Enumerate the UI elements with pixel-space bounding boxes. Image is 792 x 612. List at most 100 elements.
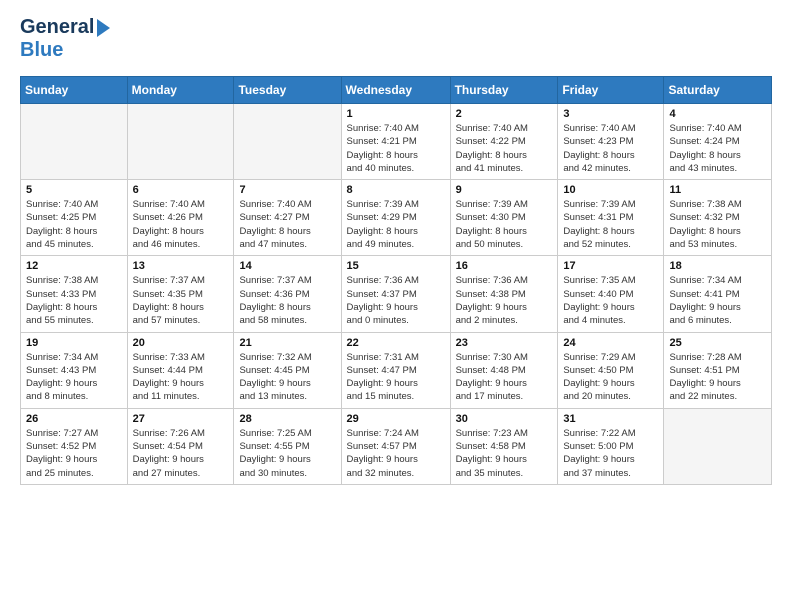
weekday-header: Monday [127, 77, 234, 104]
calendar-day-cell [234, 104, 341, 180]
calendar-day-cell: 27 Sunrise: 7:26 AM Sunset: 4:54 PM Dayli… [127, 408, 234, 484]
day-info: Sunrise: 7:22 AM Sunset: 5:00 PM Dayligh… [563, 427, 658, 480]
calendar-day-cell: 21 Sunrise: 7:32 AM Sunset: 4:45 PM Dayli… [234, 332, 341, 408]
day-number: 29 [347, 413, 445, 425]
weekday-header: Friday [558, 77, 664, 104]
calendar-day-cell [664, 408, 772, 484]
calendar-day-cell: 23 Sunrise: 7:30 AM Sunset: 4:48 PM Dayli… [450, 332, 558, 408]
day-number: 21 [239, 337, 335, 349]
calendar-day-cell: 26Sunrise: 7:27 AM Sunset: 4:52 PM Dayli… [21, 408, 128, 484]
day-number: 28 [239, 413, 335, 425]
day-info: Sunrise: 7:37 AM Sunset: 4:35 PM Dayligh… [133, 274, 229, 327]
day-number: 15 [347, 260, 445, 272]
calendar-week-row: 1 Sunrise: 7:40 AM Sunset: 4:21 PM Daylig… [21, 104, 772, 180]
day-info: Sunrise: 7:40 AM Sunset: 4:21 PM Dayligh… [347, 122, 445, 175]
day-number: 8 [347, 184, 445, 196]
day-number: 7 [239, 184, 335, 196]
day-number: 3 [563, 108, 658, 120]
calendar-day-cell: 7Sunrise: 7:40 AM Sunset: 4:27 PM Daylig… [234, 180, 341, 256]
day-info: Sunrise: 7:29 AM Sunset: 4:50 PM Dayligh… [563, 351, 658, 404]
calendar-day-cell: 15Sunrise: 7:36 AM Sunset: 4:37 PM Dayli… [341, 256, 450, 332]
logo-text-blue: Blue [20, 39, 63, 62]
day-number: 9 [456, 184, 553, 196]
calendar-day-cell: 3 Sunrise: 7:40 AM Sunset: 4:23 PM Daylig… [558, 104, 664, 180]
day-number: 23 [456, 337, 553, 349]
day-info: Sunrise: 7:40 AM Sunset: 4:25 PM Dayligh… [26, 198, 122, 251]
weekday-header: Thursday [450, 77, 558, 104]
calendar-header-row: SundayMondayTuesdayWednesdayThursdayFrid… [21, 77, 772, 104]
day-number: 20 [133, 337, 229, 349]
day-number: 5 [26, 184, 122, 196]
day-number: 11 [669, 184, 766, 196]
day-number: 16 [456, 260, 553, 272]
calendar-day-cell: 9 Sunrise: 7:39 AM Sunset: 4:30 PM Daylig… [450, 180, 558, 256]
calendar-week-row: 26Sunrise: 7:27 AM Sunset: 4:52 PM Dayli… [21, 408, 772, 484]
calendar-day-cell [127, 104, 234, 180]
weekday-header: Saturday [664, 77, 772, 104]
calendar-week-row: 12 Sunrise: 7:38 AM Sunset: 4:33 PM Dayli… [21, 256, 772, 332]
calendar-day-cell: 14Sunrise: 7:37 AM Sunset: 4:36 PM Dayli… [234, 256, 341, 332]
calendar-day-cell: 10 Sunrise: 7:39 AM Sunset: 4:31 PM Dayli… [558, 180, 664, 256]
day-info: Sunrise: 7:34 AM Sunset: 4:43 PM Dayligh… [26, 351, 122, 404]
calendar-day-cell: 6 Sunrise: 7:40 AM Sunset: 4:26 PM Daylig… [127, 180, 234, 256]
calendar-week-row: 19 Sunrise: 7:34 AM Sunset: 4:43 PM Dayli… [21, 332, 772, 408]
day-info: Sunrise: 7:24 AM Sunset: 4:57 PM Dayligh… [347, 427, 445, 480]
calendar-day-cell: 31Sunrise: 7:22 AM Sunset: 5:00 PM Dayli… [558, 408, 664, 484]
calendar-table: SundayMondayTuesdayWednesdayThursdayFrid… [20, 76, 772, 485]
day-number: 10 [563, 184, 658, 196]
calendar-day-cell: 11 Sunrise: 7:38 AM Sunset: 4:32 PM Dayli… [664, 180, 772, 256]
day-info: Sunrise: 7:33 AM Sunset: 4:44 PM Dayligh… [133, 351, 229, 404]
day-info: Sunrise: 7:37 AM Sunset: 4:36 PM Dayligh… [239, 274, 335, 327]
calendar-week-row: 5 Sunrise: 7:40 AM Sunset: 4:25 PM Daylig… [21, 180, 772, 256]
logo: General Blue [20, 16, 110, 62]
day-info: Sunrise: 7:35 AM Sunset: 4:40 PM Dayligh… [563, 274, 658, 327]
day-number: 18 [669, 260, 766, 272]
day-info: Sunrise: 7:40 AM Sunset: 4:23 PM Dayligh… [563, 122, 658, 175]
day-info: Sunrise: 7:34 AM Sunset: 4:41 PM Dayligh… [669, 274, 766, 327]
day-number: 12 [26, 260, 122, 272]
day-number: 25 [669, 337, 766, 349]
page-header: General Blue [20, 16, 772, 62]
calendar-day-cell: 17Sunrise: 7:35 AM Sunset: 4:40 PM Dayli… [558, 256, 664, 332]
calendar-day-cell: 28 Sunrise: 7:25 AM Sunset: 4:55 PM Dayli… [234, 408, 341, 484]
day-info: Sunrise: 7:39 AM Sunset: 4:29 PM Dayligh… [347, 198, 445, 251]
calendar-day-cell: 5 Sunrise: 7:40 AM Sunset: 4:25 PM Daylig… [21, 180, 128, 256]
day-info: Sunrise: 7:23 AM Sunset: 4:58 PM Dayligh… [456, 427, 553, 480]
calendar-day-cell: 30Sunrise: 7:23 AM Sunset: 4:58 PM Dayli… [450, 408, 558, 484]
day-info: Sunrise: 7:38 AM Sunset: 4:33 PM Dayligh… [26, 274, 122, 327]
day-info: Sunrise: 7:36 AM Sunset: 4:38 PM Dayligh… [456, 274, 553, 327]
day-info: Sunrise: 7:39 AM Sunset: 4:31 PM Dayligh… [563, 198, 658, 251]
calendar-day-cell: 16 Sunrise: 7:36 AM Sunset: 4:38 PM Dayli… [450, 256, 558, 332]
calendar-day-cell: 8 Sunrise: 7:39 AM Sunset: 4:29 PM Daylig… [341, 180, 450, 256]
calendar-day-cell: 2Sunrise: 7:40 AM Sunset: 4:22 PM Daylig… [450, 104, 558, 180]
weekday-header: Tuesday [234, 77, 341, 104]
calendar-day-cell: 13 Sunrise: 7:37 AM Sunset: 4:35 PM Dayli… [127, 256, 234, 332]
day-info: Sunrise: 7:25 AM Sunset: 4:55 PM Dayligh… [239, 427, 335, 480]
day-number: 22 [347, 337, 445, 349]
day-info: Sunrise: 7:31 AM Sunset: 4:47 PM Dayligh… [347, 351, 445, 404]
calendar-day-cell: 24 Sunrise: 7:29 AM Sunset: 4:50 PM Dayli… [558, 332, 664, 408]
calendar-day-cell [21, 104, 128, 180]
calendar-day-cell: 1 Sunrise: 7:40 AM Sunset: 4:21 PM Daylig… [341, 104, 450, 180]
day-info: Sunrise: 7:39 AM Sunset: 4:30 PM Dayligh… [456, 198, 553, 251]
day-info: Sunrise: 7:28 AM Sunset: 4:51 PM Dayligh… [669, 351, 766, 404]
day-info: Sunrise: 7:40 AM Sunset: 4:24 PM Dayligh… [669, 122, 766, 175]
day-info: Sunrise: 7:27 AM Sunset: 4:52 PM Dayligh… [26, 427, 122, 480]
day-number: 6 [133, 184, 229, 196]
day-number: 27 [133, 413, 229, 425]
day-number: 1 [347, 108, 445, 120]
day-info: Sunrise: 7:40 AM Sunset: 4:22 PM Dayligh… [456, 122, 553, 175]
weekday-header: Wednesday [341, 77, 450, 104]
weekday-header: Sunday [21, 77, 128, 104]
day-info: Sunrise: 7:38 AM Sunset: 4:32 PM Dayligh… [669, 198, 766, 251]
day-info: Sunrise: 7:26 AM Sunset: 4:54 PM Dayligh… [133, 427, 229, 480]
day-number: 24 [563, 337, 658, 349]
calendar-day-cell: 20 Sunrise: 7:33 AM Sunset: 4:44 PM Dayli… [127, 332, 234, 408]
day-info: Sunrise: 7:40 AM Sunset: 4:26 PM Dayligh… [133, 198, 229, 251]
day-info: Sunrise: 7:32 AM Sunset: 4:45 PM Dayligh… [239, 351, 335, 404]
calendar-day-cell: 18 Sunrise: 7:34 AM Sunset: 4:41 PM Dayli… [664, 256, 772, 332]
day-info: Sunrise: 7:30 AM Sunset: 4:48 PM Dayligh… [456, 351, 553, 404]
calendar-day-cell: 29 Sunrise: 7:24 AM Sunset: 4:57 PM Dayli… [341, 408, 450, 484]
day-number: 13 [133, 260, 229, 272]
day-number: 19 [26, 337, 122, 349]
